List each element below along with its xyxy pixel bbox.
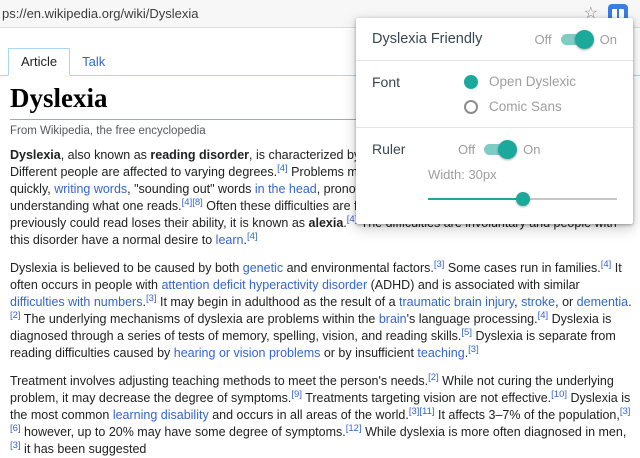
paragraph-2: Dyslexia is believed to be caused by bot… — [10, 259, 632, 361]
extension-popup: Dyslexia Friendly Off On Font Open Dysle… — [356, 18, 633, 224]
wiki-link[interactable]: writing words — [54, 182, 127, 196]
citation-link[interactable]: [2] — [10, 310, 21, 321]
citation-link[interactable]: [3] — [620, 406, 631, 417]
citation-link[interactable]: [3] — [10, 440, 21, 451]
bold-term: alexia — [308, 216, 344, 231]
enable-toggle-knob[interactable] — [574, 29, 594, 49]
radio-selected-icon[interactable] — [464, 74, 478, 89]
wiki-link[interactable]: in the head — [255, 182, 317, 196]
wiki-link[interactable]: hearing or vision problems — [174, 346, 321, 360]
font-option-comic-sans[interactable]: Comic Sans — [464, 99, 576, 114]
ruler-toggle-knob[interactable] — [498, 139, 518, 159]
citation-link[interactable]: [8] — [192, 197, 203, 208]
citation-link[interactable]: [4] — [538, 310, 549, 321]
citation-link[interactable]: [4] — [247, 231, 258, 242]
enable-toggle[interactable] — [560, 29, 594, 49]
citation-link[interactable]: [12] — [346, 423, 362, 434]
bold-term: Dyslexia — [10, 148, 61, 163]
wiki-link[interactable]: learning disability — [113, 408, 209, 422]
wiki-link[interactable]: attention deficit hyperactivity disorder — [161, 278, 367, 292]
ruler-toggle[interactable] — [484, 139, 518, 159]
ruler-toggle-off-label: Off — [458, 141, 476, 157]
citation-link[interactable]: [6] — [10, 423, 21, 434]
citation-link[interactable]: [3] — [468, 344, 479, 355]
citation-link[interactable]: [9] — [291, 389, 302, 400]
ruler-width-slider-fill — [428, 198, 523, 200]
bold-term: reading disorder — [150, 148, 250, 163]
citation-link[interactable]: [2] — [428, 372, 439, 383]
font-section-label: Font — [372, 74, 401, 90]
citation-link[interactable]: [4] — [277, 163, 288, 174]
wiki-link[interactable]: stroke — [521, 295, 555, 309]
citation-link[interactable]: [3] — [146, 293, 157, 304]
wiki-link[interactable]: traumatic brain injury — [399, 295, 514, 309]
ruler-width-slider[interactable] — [428, 192, 617, 206]
enable-toggle-off-label: Off — [534, 31, 552, 47]
tab-talk[interactable]: Talk — [70, 49, 117, 75]
font-option-label: Comic Sans — [489, 99, 562, 114]
wiki-link[interactable]: difficulties with numbers — [10, 295, 142, 309]
wiki-link[interactable]: learn — [216, 233, 244, 247]
wiki-link[interactable]: brain — [379, 312, 407, 326]
citation-link[interactable]: [4] — [182, 197, 193, 208]
ruler-section-label: Ruler — [372, 141, 406, 157]
citation-link[interactable]: [11] — [419, 406, 434, 417]
citation-link[interactable]: [10] — [551, 389, 567, 400]
citation-link[interactable]: [4] — [601, 259, 612, 270]
font-option-open-dyslexic[interactable]: Open Dyslexic — [464, 74, 576, 89]
font-option-label: Open Dyslexic — [489, 74, 577, 89]
enable-toggle-on-label: On — [599, 31, 617, 47]
citation-link[interactable]: [5] — [461, 327, 472, 338]
citation-link[interactable]: [3] — [434, 259, 445, 270]
radio-unselected-icon[interactable] — [464, 99, 478, 114]
ruler-toggle-on-label: On — [523, 141, 541, 157]
citation-link[interactable]: [3] — [409, 406, 420, 417]
popup-title: Dyslexia Friendly — [372, 31, 483, 47]
ruler-width-slider-knob[interactable] — [515, 192, 530, 206]
wiki-link[interactable]: genetic — [243, 261, 283, 275]
paragraph-3: Treatment involves adjusting teaching me… — [10, 372, 631, 457]
wiki-link[interactable]: teaching — [417, 346, 464, 360]
ruler-width-label: Width: 30px — [428, 167, 497, 182]
wiki-link[interactable]: dementia — [577, 295, 628, 309]
tab-article[interactable]: Article — [8, 48, 71, 76]
